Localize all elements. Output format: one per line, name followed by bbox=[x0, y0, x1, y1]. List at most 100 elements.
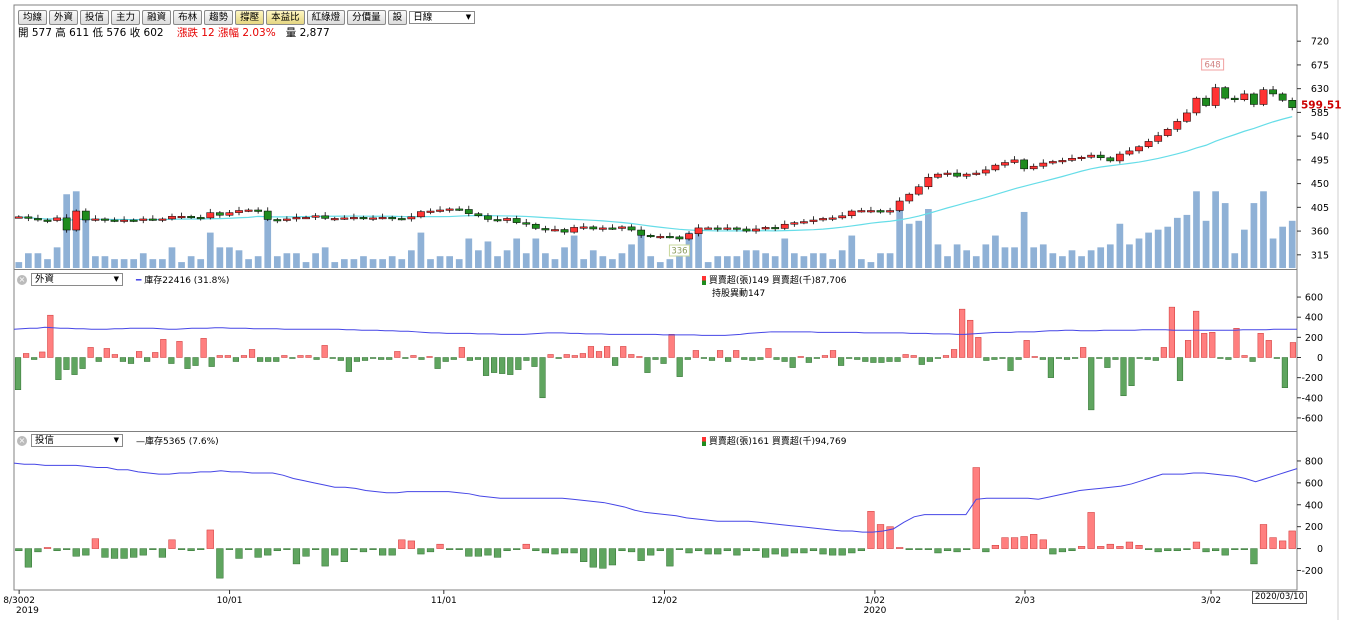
foreign-netbuy-bar bbox=[402, 357, 409, 359]
close-icon[interactable]: × bbox=[17, 435, 27, 446]
open-label: 開 bbox=[18, 27, 29, 39]
trust-netbuy-bar bbox=[589, 548, 597, 568]
candle-body bbox=[369, 217, 377, 220]
foreign-netbuy-bar bbox=[450, 357, 457, 360]
trust-netbuy-bar bbox=[417, 548, 425, 555]
volume-bar bbox=[1126, 244, 1133, 268]
toolbar-button[interactable]: 紅綠燈 bbox=[306, 9, 346, 25]
foreign-netbuy-bar bbox=[31, 357, 38, 360]
candle-body bbox=[417, 211, 425, 218]
toolbar-button[interactable]: 趨勢 bbox=[204, 9, 234, 25]
trust-select-value: 投信 bbox=[35, 435, 55, 446]
close-icon[interactable]: × bbox=[17, 274, 27, 285]
volume-bar bbox=[877, 253, 884, 268]
foreign-netbuy-bar bbox=[846, 357, 853, 359]
trust-netbuy-bar bbox=[666, 548, 674, 567]
trust-inventory-legend: —庫存5365 (7.6%) bbox=[136, 434, 219, 447]
trust-netbuy-bar bbox=[513, 548, 521, 550]
toolbar-button[interactable]: 分價量 bbox=[347, 9, 386, 25]
volume-bar bbox=[599, 256, 607, 268]
volume-bar bbox=[1164, 226, 1172, 268]
trust-netbuy-bar bbox=[551, 548, 559, 555]
toolbar-button[interactable]: 外資 bbox=[49, 9, 79, 25]
foreign-netbuy-bar bbox=[1281, 357, 1288, 388]
toolbar-button[interactable]: 主力 bbox=[111, 9, 141, 25]
volume-bar bbox=[149, 259, 157, 268]
foreign-netbuy-bar bbox=[789, 357, 796, 368]
toolbar-button[interactable]: 撐壓 bbox=[235, 9, 265, 25]
last-date-label: 2020/03/10 bbox=[1252, 591, 1307, 604]
price-tick-label: 315 bbox=[1311, 250, 1329, 261]
foreign-netbuy-bar bbox=[967, 319, 974, 358]
volume-bar bbox=[513, 238, 521, 268]
foreign-netbuy-bar bbox=[854, 357, 861, 360]
candle-body bbox=[474, 213, 483, 217]
foreign-netbuy-bar bbox=[1249, 357, 1256, 362]
volume-bar bbox=[1097, 247, 1105, 268]
candle-body bbox=[110, 219, 119, 222]
foreign-netbuy-bar bbox=[144, 357, 151, 362]
trust-indicator-select[interactable]: 投信 ▼ bbox=[31, 434, 123, 447]
volume-bar bbox=[790, 253, 798, 268]
period-select[interactable]: 日線 ▼ bbox=[409, 10, 476, 24]
foreign-netbuy-bar bbox=[232, 357, 239, 362]
foreign-netbuy-bar bbox=[39, 351, 46, 358]
foreign-indicator-select[interactable]: 外資 ▼ bbox=[31, 273, 123, 286]
candle-body bbox=[598, 227, 607, 230]
volume-bar bbox=[972, 256, 980, 268]
candle-body bbox=[139, 218, 148, 221]
candle-body bbox=[962, 173, 971, 177]
foreign-netbuy-bar bbox=[1225, 357, 1232, 360]
candle-body bbox=[1058, 160, 1067, 163]
trust-netbuy-bar bbox=[532, 548, 540, 552]
foreign-netbuy-bar bbox=[1047, 357, 1054, 378]
trust-netbuy-bar bbox=[283, 548, 291, 550]
trust-netbuy-bar bbox=[915, 548, 923, 550]
trust-netbuy-bar bbox=[187, 548, 195, 552]
candle-body bbox=[1183, 112, 1191, 122]
toolbar-button[interactable]: 本益比 bbox=[266, 9, 305, 25]
candle-body bbox=[924, 177, 933, 188]
close-label: 收 bbox=[129, 27, 141, 39]
trust-tick-label: -200 bbox=[1301, 566, 1323, 577]
trust-netbuy-bar bbox=[1020, 536, 1028, 549]
foreign-inventory-legend: ━ 庫存22416 (31.8%) bbox=[136, 273, 229, 286]
foreign-netbuy-bar bbox=[1088, 357, 1095, 411]
trust-inventory-label: —庫存5365 (7.6%) bbox=[136, 437, 219, 447]
candle-body bbox=[905, 193, 914, 202]
foreign-netbuy-bar bbox=[1168, 306, 1176, 358]
toolbar-button[interactable]: 布林 bbox=[173, 9, 203, 25]
volume-bar bbox=[829, 259, 836, 268]
chevron-down-icon: ▼ bbox=[113, 275, 119, 283]
close-value: 602 bbox=[143, 27, 164, 39]
candle-body bbox=[34, 218, 42, 221]
volume-bar bbox=[1106, 244, 1114, 268]
foreign-tick-label: 0 bbox=[1317, 353, 1323, 364]
trust-netbuy-bar bbox=[762, 548, 770, 558]
volume-bar bbox=[446, 256, 453, 268]
candle-body bbox=[91, 218, 100, 221]
volume-bar bbox=[226, 247, 233, 268]
toolbar-button[interactable]: 融資 bbox=[142, 9, 172, 25]
foreign-netbuy-bar bbox=[1080, 347, 1087, 358]
toolbar-button[interactable]: 均線 bbox=[18, 9, 48, 25]
trust-netbuy-bar bbox=[398, 539, 406, 549]
trust-netbuy-bar bbox=[599, 548, 607, 569]
foreign-netbuy-bar bbox=[999, 357, 1006, 359]
trust-netbuy-bar bbox=[1144, 548, 1153, 550]
toolbar-button[interactable]: 設 bbox=[387, 9, 408, 25]
price-tick-label: 450 bbox=[1311, 179, 1329, 190]
trust-netbuy-bar bbox=[1269, 537, 1277, 549]
candle-body bbox=[14, 216, 23, 219]
candle-body bbox=[225, 212, 234, 216]
foreign-netbuy-bar bbox=[1055, 357, 1063, 359]
candle-body bbox=[282, 218, 291, 221]
high-value: 611 bbox=[69, 27, 90, 39]
foreign-netbuy-bar bbox=[313, 357, 320, 360]
toolbar-button[interactable]: 投信 bbox=[80, 9, 110, 25]
trust-netbuy-bar bbox=[560, 548, 569, 554]
foreign-netbuy-bar bbox=[466, 357, 473, 361]
foreign-netbuy-bar bbox=[716, 350, 724, 358]
volume-bar bbox=[293, 253, 300, 268]
foreign-netbuy-bar bbox=[23, 353, 30, 358]
